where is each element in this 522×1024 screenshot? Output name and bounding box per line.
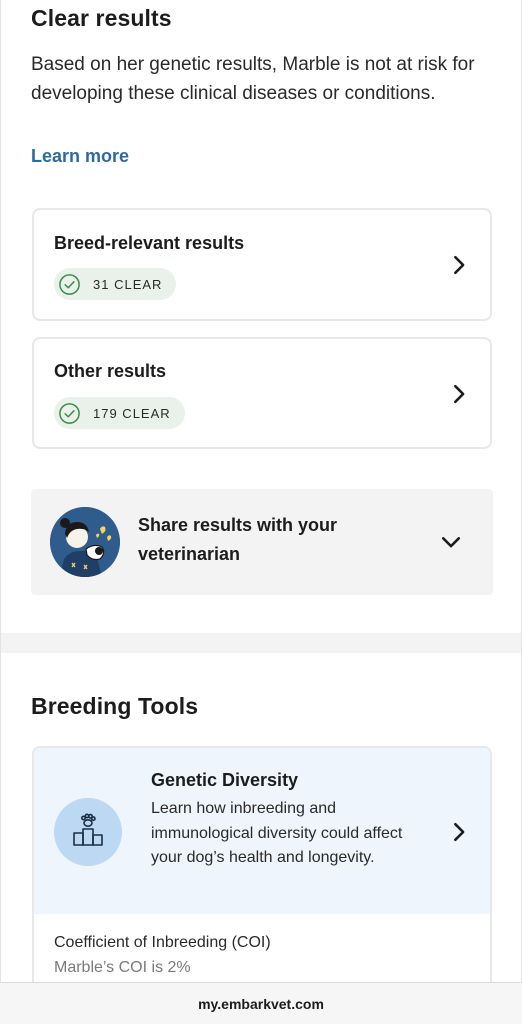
chevron-right-icon	[454, 384, 465, 404]
chevron-right-icon	[454, 822, 465, 842]
results-page: Clear results Based on her genetic resul…	[0, 0, 522, 982]
genetic-diversity-title: Genetic Diversity	[151, 770, 299, 790]
section-divider	[1, 633, 521, 653]
paw-podium-icon	[73, 813, 103, 846]
badge-label: 31 CLEAR	[93, 276, 163, 292]
share-results-label: Share results with your veterinarian	[138, 515, 338, 564]
breed-relevant-results-title: Breed-relevant results	[54, 233, 245, 253]
breed-relevant-results-card[interactable]: Breed-relevant results 31 CLEAR	[32, 208, 492, 321]
veterinarian-avatar	[50, 507, 120, 577]
check-circle-icon	[59, 273, 80, 295]
badge-label: 179 CLEAR	[93, 405, 171, 421]
status-badge: 31 CLEAR	[54, 268, 177, 300]
genetic-diversity-description: Learn how inbreeding and immunological d…	[151, 800, 403, 866]
coi-label: Coefficient of Inbreeding (COI)	[54, 934, 271, 951]
chevron-down-icon	[441, 537, 461, 548]
other-results-card[interactable]: Other results 179 CLEAR	[32, 337, 492, 449]
genetic-diversity-header: Genetic Diversity Learn how inbreeding a…	[34, 748, 490, 914]
status-badge: 179 CLEAR	[54, 397, 185, 429]
coi-value: Marble’s COI is 2%	[54, 959, 191, 976]
check-circle-icon	[59, 402, 80, 424]
browser-url-bar[interactable]: my.embarkvet.com	[0, 982, 522, 1024]
share-with-veterinarian-panel[interactable]: Share results with your veterinarian	[31, 489, 493, 595]
clear-results-title: Clear results	[31, 5, 172, 31]
breeding-tools-title: Breeding Tools	[31, 693, 199, 719]
clear-results-description: Based on her genetic results, Marble is …	[31, 54, 475, 104]
browser-url: my.embarkvet.com	[198, 995, 324, 1012]
genetic-diversity-card[interactable]: Genetic Diversity Learn how inbreeding a…	[32, 746, 492, 982]
other-results-title: Other results	[54, 361, 167, 381]
chevron-right-icon	[454, 255, 465, 275]
learn-more-link[interactable]: Learn more	[31, 146, 129, 167]
genetic-diversity-icon-circle	[54, 798, 122, 866]
